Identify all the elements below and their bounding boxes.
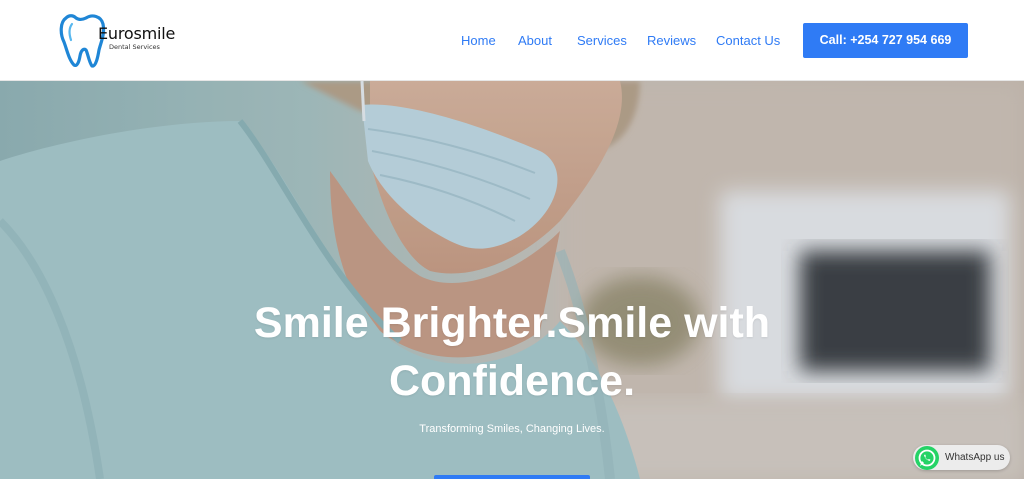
hero-section: Smile Brighter.Smile with Confidence. Tr… xyxy=(0,81,1024,479)
call-button[interactable]: Call: +254 727 954 669 xyxy=(803,23,968,58)
whatsapp-button[interactable]: WhatsApp us xyxy=(913,445,1010,470)
whatsapp-label: WhatsApp us xyxy=(945,452,1005,463)
nav-services[interactable]: Services xyxy=(577,33,627,48)
hero-overlay xyxy=(0,81,1024,479)
nav-contact-us[interactable]: Contact Us xyxy=(716,33,780,48)
hero-subtitle: Transforming Smiles, Changing Lives. xyxy=(419,423,605,435)
nav-home[interactable]: Home xyxy=(461,33,496,48)
brand-name: Eurosmile xyxy=(98,24,176,43)
hero-cta-button[interactable] xyxy=(434,475,590,479)
whatsapp-icon xyxy=(915,446,939,470)
nav-about[interactable]: About xyxy=(518,33,552,48)
logo[interactable]: Eurosmile Dental Services xyxy=(58,12,198,68)
nav-reviews[interactable]: Reviews xyxy=(647,33,696,48)
hero-title: Smile Brighter.Smile with Confidence. xyxy=(253,299,771,405)
site-header: Eurosmile Dental Services Home About Ser… xyxy=(0,0,1024,81)
brand-tagline: Dental Services xyxy=(109,43,160,51)
